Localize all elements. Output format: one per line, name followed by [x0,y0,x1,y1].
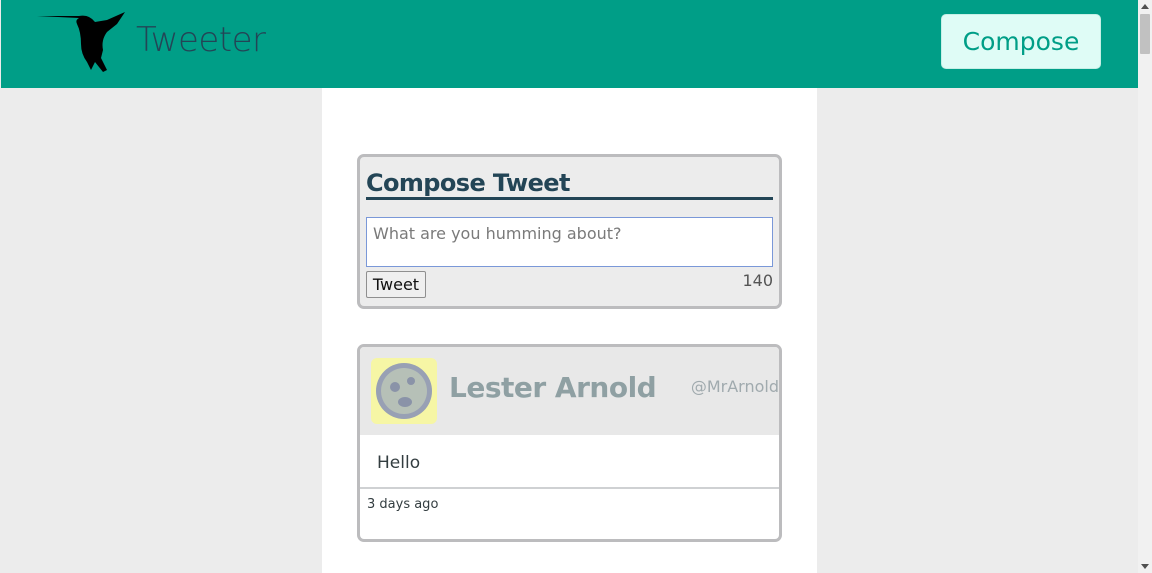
compose-title: Compose Tweet [366,169,773,200]
scroll-thumb[interactable] [1140,14,1150,54]
tweet-textarea[interactable] [366,217,773,267]
tweet-author-handle: @MrArnold [690,377,779,396]
scroll-down-icon[interactable] [1141,564,1149,569]
scrollbar[interactable] [1138,0,1152,573]
tweet-header: Lester Arnold @MrArnold [360,347,779,435]
compose-nav-button[interactable]: Compose [941,14,1101,69]
tweet-submit-button[interactable]: Tweet [366,271,426,298]
main-content: Compose Tweet Tweet 140 Lester Arnold @M… [322,88,817,573]
tweet-divider [360,487,779,489]
scroll-up-icon[interactable] [1141,4,1149,9]
brand-title: Tweeter [136,20,266,60]
tweet-author-name: Lester Arnold [449,371,657,404]
tweet-card: Lester Arnold @MrArnold Hello 3 days ago [357,344,782,542]
tweet-timestamp: 3 days ago [367,497,439,512]
compose-tweet-card: Compose Tweet Tweet 140 [357,154,782,309]
avatar [371,358,437,424]
char-counter: 140 [742,271,773,290]
avatar-icon [376,363,432,419]
navbar: Tweeter Compose [1,0,1138,88]
tweet-text: Hello [377,453,421,473]
hummingbird-icon [37,12,125,72]
